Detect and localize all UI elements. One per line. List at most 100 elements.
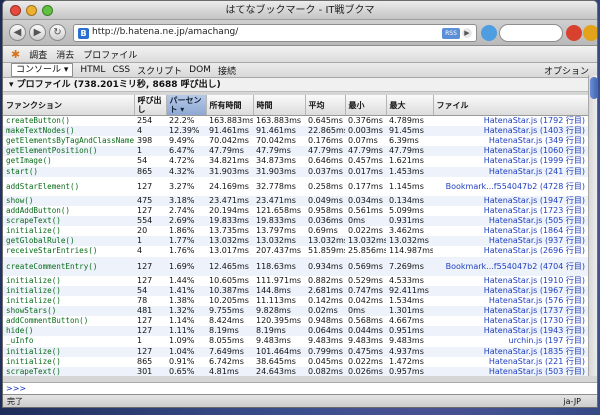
- address-bar[interactable]: B http://b.hatena.ne.jp/amachang/ RSS ▶: [73, 24, 477, 42]
- hatena-icon[interactable]: [566, 25, 582, 41]
- clear-button[interactable]: 消去: [56, 48, 74, 61]
- table-cell: 13.032ms: [305, 236, 345, 247]
- file-link[interactable]: Bookmark...f554047b2 (4704 行目): [433, 256, 588, 276]
- file-link[interactable]: HatenaStar.js (349 行目): [433, 136, 588, 146]
- table-cell: 127: [137, 205, 153, 215]
- tab-console[interactable]: コンソール ▾: [11, 63, 74, 77]
- inspect-button[interactable]: 調査: [29, 48, 47, 61]
- close-window-button[interactable]: [10, 5, 21, 16]
- reload-button[interactable]: ↻: [49, 24, 66, 41]
- tab-net[interactable]: 接続: [218, 64, 236, 77]
- bookmark-icon[interactable]: [481, 25, 497, 41]
- table-row: makeTextNodes() 4 12.39% 91.461ms 91.461ms 22…: [3, 126, 588, 137]
- vertical-scrollbar[interactable]: [588, 75, 597, 376]
- function-name-link[interactable]: addStarElement(): [3, 177, 134, 196]
- function-name-link[interactable]: scrapeText(): [3, 366, 134, 376]
- file-link[interactable]: HatenaStar.js (1947 行目): [433, 195, 588, 206]
- table-cell: 2.69%: [166, 215, 206, 227]
- tab-dom[interactable]: DOM: [189, 65, 211, 75]
- tab-css[interactable]: CSS: [112, 65, 130, 75]
- function-name-link[interactable]: getElementsByTagAndClassName(): [3, 136, 134, 146]
- column-header[interactable]: 最小: [345, 95, 387, 116]
- back-button[interactable]: ◀: [9, 24, 26, 41]
- column-header[interactable]: ファイル: [433, 95, 588, 116]
- file-link[interactable]: HatenaStar.js (1967 行目): [433, 285, 588, 296]
- zoom-window-button[interactable]: [42, 5, 53, 16]
- file-link[interactable]: HatenaStar.js (221 行目): [433, 357, 588, 367]
- profile-button[interactable]: プロファイル: [83, 48, 137, 61]
- rss-icon[interactable]: RSS: [442, 28, 460, 39]
- file-link[interactable]: HatenaStar.js (1060 行目): [433, 146, 588, 157]
- function-name-link[interactable]: initialize(): [3, 296, 134, 306]
- tab-script[interactable]: スクリプト: [137, 64, 182, 77]
- file-link[interactable]: HatenaStar.js (1403 行目): [433, 126, 588, 137]
- function-name-link[interactable]: getImage(): [3, 156, 134, 166]
- table-cell: 0.69ms: [308, 226, 338, 236]
- function-name-link[interactable]: createCommentEntry(): [3, 256, 134, 276]
- function-name-link[interactable]: initialize(): [3, 276, 134, 286]
- column-header[interactable]: パーセント ▾: [166, 95, 207, 116]
- function-name-link[interactable]: scrapeText(): [3, 215, 134, 227]
- file-link[interactable]: Bookmark...f554047b2 (4728 行目): [433, 177, 588, 196]
- command-line[interactable]: >>>: [3, 382, 597, 394]
- table-cell: 554: [134, 215, 166, 227]
- function-name-link[interactable]: showStars(): [3, 305, 134, 317]
- table-cell: 0.646ms: [308, 156, 343, 166]
- file-link[interactable]: HatenaStar.js (1864 行目): [433, 226, 588, 236]
- file-link[interactable]: HatenaStar.js (1943 行目): [433, 326, 588, 337]
- file-link[interactable]: HatenaStar.js (241 行目): [433, 166, 588, 177]
- column-header[interactable]: 呼び出し: [134, 95, 167, 116]
- collapse-triangle-icon[interactable]: ▾: [9, 80, 17, 90]
- file-link[interactable]: HatenaStar.js (1730 行目): [433, 316, 588, 326]
- function-name-link[interactable]: _uInfo: [3, 336, 134, 346]
- table-cell: 2.681ms: [305, 285, 345, 296]
- file-link[interactable]: HatenaStar.js (576 行目): [433, 296, 588, 306]
- file-link[interactable]: HatenaStar.js (1999 行目): [433, 156, 588, 166]
- table-cell: 91.461ms: [253, 126, 305, 137]
- function-name-link[interactable]: addAddButton(): [3, 206, 134, 216]
- forward-button[interactable]: ▶: [29, 24, 46, 41]
- function-name-link[interactable]: hide(): [3, 326, 134, 337]
- addon-icon[interactable]: [583, 25, 597, 41]
- function-name-link[interactable]: receiveStarEntries(): [3, 246, 134, 256]
- column-header[interactable]: 平均: [305, 95, 346, 116]
- function-name-link[interactable]: getElementPosition(): [3, 146, 134, 157]
- function-name-link[interactable]: initialize(): [3, 226, 134, 236]
- file-link[interactable]: HatenaStar.js (2696 行目): [433, 246, 588, 256]
- table-cell: 2.74%: [169, 205, 195, 215]
- minimize-window-button[interactable]: [26, 5, 37, 16]
- table-cell: 47.79ms: [206, 146, 253, 157]
- file-link[interactable]: urchin.js (197 行目): [433, 336, 588, 346]
- column-header[interactable]: 最大: [386, 95, 434, 116]
- file-link[interactable]: HatenaStar.js (1910 行目): [433, 276, 588, 286]
- file-link[interactable]: HatenaStar.js (1792 行目): [433, 116, 588, 127]
- go-icon[interactable]: ▶: [462, 28, 472, 38]
- function-name-link[interactable]: createButton(): [3, 116, 134, 127]
- options-menu[interactable]: オプション: [544, 64, 589, 77]
- table-cell: 23.471ms: [253, 195, 305, 206]
- function-name-link[interactable]: show(): [3, 195, 134, 206]
- table-cell: 0.747ms: [345, 285, 386, 296]
- file-link[interactable]: HatenaStar.js (1835 行目): [433, 346, 588, 357]
- file-link[interactable]: HatenaStar.js (503 行目): [433, 366, 588, 376]
- function-name-link[interactable]: getGlobalRule(): [3, 236, 134, 247]
- tab-html[interactable]: HTML: [80, 65, 105, 75]
- search-field[interactable]: [499, 24, 563, 42]
- file-link[interactable]: HatenaStar.js (937 行目): [433, 236, 588, 247]
- table-row: show() 475 3.18% 23.471ms 23.471ms 0.049ms 0.0…: [3, 195, 588, 206]
- firebug-bug-icon[interactable]: ✱: [11, 48, 20, 61]
- column-header[interactable]: ファンクション: [3, 95, 135, 116]
- column-header[interactable]: 時間: [253, 95, 306, 116]
- file-link[interactable]: HatenaStar.js (505 行目): [433, 215, 588, 227]
- function-name-link[interactable]: initialize(): [3, 357, 134, 367]
- function-name-link[interactable]: initialize(): [3, 285, 134, 296]
- file-link[interactable]: HatenaStar.js (1723 行目): [433, 206, 588, 216]
- scrollbar-thumb[interactable]: [590, 77, 597, 99]
- function-name-link[interactable]: start(): [3, 166, 134, 177]
- function-name-link[interactable]: makeTextNodes(): [3, 126, 134, 137]
- table-cell: 1: [137, 336, 143, 346]
- file-link[interactable]: HatenaStar.js (1737 行目): [433, 305, 588, 317]
- function-name-link[interactable]: addCommentButton(): [3, 316, 134, 326]
- column-header[interactable]: 所有時間: [206, 95, 254, 116]
- function-name-link[interactable]: initialize(): [3, 346, 134, 357]
